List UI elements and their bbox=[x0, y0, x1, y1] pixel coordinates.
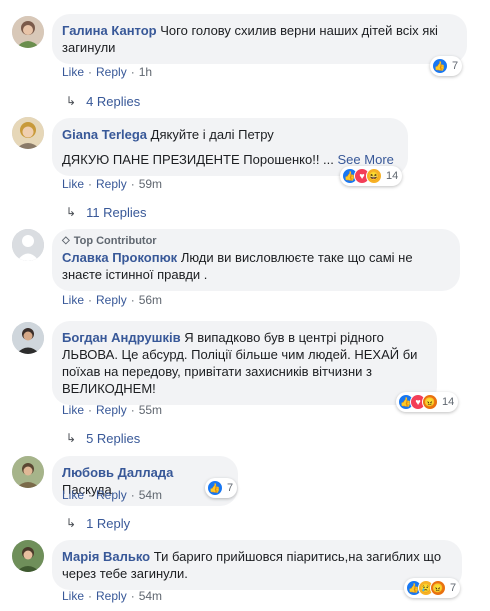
separator: · bbox=[88, 488, 93, 502]
timestamp[interactable]: 54m bbox=[139, 488, 162, 502]
like-link[interactable]: Like bbox=[62, 589, 84, 603]
reaction-count: 7 bbox=[452, 60, 459, 72]
comment-author[interactable]: Славка Прокопюк bbox=[62, 250, 177, 265]
badge-label: Top Contributor bbox=[73, 235, 157, 247]
timestamp[interactable]: 1h bbox=[139, 65, 152, 79]
comment-bubble: ◇ Top Contributor Славка Прокопюк Люди в… bbox=[52, 229, 460, 291]
top-contributor-badge: ◇ Top Contributor bbox=[62, 234, 448, 248]
avatar[interactable] bbox=[12, 229, 44, 261]
reply-arrow-icon: ↳ bbox=[66, 94, 77, 108]
reactions-summary[interactable]: 👍 7 bbox=[205, 478, 238, 498]
thumbs-up-icon: 👍 bbox=[207, 480, 223, 496]
timestamp[interactable]: 55m bbox=[139, 403, 162, 417]
comment-author[interactable]: Любовь Даллада bbox=[62, 465, 173, 480]
avatar[interactable] bbox=[12, 540, 44, 572]
reply-link[interactable]: Reply bbox=[96, 65, 127, 79]
reply-link[interactable]: Reply bbox=[96, 403, 127, 417]
thumbs-up-icon: 👍 bbox=[432, 58, 448, 74]
avatar[interactable] bbox=[12, 456, 44, 488]
comment-actions: Like · Reply · 56m bbox=[62, 292, 162, 308]
like-link[interactable]: Like bbox=[62, 293, 84, 307]
comment-author[interactable]: Giana Terlega bbox=[62, 127, 147, 142]
view-replies[interactable]: ↳ 11 Replies bbox=[66, 204, 147, 221]
comment-actions: Like · Reply · 54m bbox=[62, 487, 162, 503]
comment-actions: Like · Reply · 1h bbox=[62, 64, 152, 80]
reaction-count: 7 bbox=[450, 582, 457, 594]
comment-author[interactable]: Галина Кантор bbox=[62, 23, 157, 38]
see-more-link[interactable]: See More bbox=[338, 152, 394, 167]
reply-link[interactable]: Reply bbox=[96, 589, 127, 603]
timestamp[interactable]: 56m bbox=[139, 293, 162, 307]
view-replies[interactable]: ↳ 4 Replies bbox=[66, 93, 140, 110]
replies-count[interactable]: 4 Replies bbox=[86, 93, 140, 110]
like-link[interactable]: Like bbox=[62, 65, 84, 79]
reactions-summary[interactable]: 👍 7 bbox=[430, 56, 463, 76]
separator: · bbox=[88, 65, 93, 79]
like-link[interactable]: Like bbox=[62, 488, 84, 502]
angry-face-icon: 😠 bbox=[430, 580, 446, 596]
replies-count[interactable]: 5 Replies bbox=[86, 430, 140, 447]
comment-text: Дякуйте і далі Петру bbox=[150, 127, 274, 142]
laughing-face-icon: 😆 bbox=[366, 168, 382, 184]
separator: · bbox=[88, 403, 93, 417]
view-replies[interactable]: ↳ 5 Replies bbox=[66, 430, 140, 447]
view-replies[interactable]: ↳ 1 Reply bbox=[66, 515, 130, 532]
timestamp[interactable]: 54m bbox=[139, 589, 162, 603]
diamond-icon: ◇ bbox=[62, 235, 70, 246]
comment-actions: Like · Reply · 55m bbox=[62, 402, 162, 418]
avatar[interactable] bbox=[12, 117, 44, 149]
like-link[interactable]: Like bbox=[62, 177, 84, 191]
reply-link[interactable]: Reply bbox=[96, 488, 127, 502]
timestamp[interactable]: 59m bbox=[139, 177, 162, 191]
reply-arrow-icon: ↳ bbox=[66, 516, 77, 530]
comment-bubble: Марія Валько Ти бариго прийшовся піарити… bbox=[52, 540, 462, 590]
separator: · bbox=[88, 293, 93, 307]
comment-text-continued: ДЯКУЮ ПАНЕ ПРЕЗИДЕНТЕ Порошенко!! ... bbox=[62, 152, 334, 167]
separator: · bbox=[130, 293, 135, 307]
avatar[interactable] bbox=[12, 16, 44, 48]
reactions-summary[interactable]: 👍 ♥ 😠 14 bbox=[396, 392, 459, 412]
separator: · bbox=[130, 177, 135, 191]
separator: · bbox=[130, 488, 135, 502]
separator: · bbox=[88, 177, 93, 191]
avatar[interactable] bbox=[12, 322, 44, 354]
reply-link[interactable]: Reply bbox=[96, 177, 127, 191]
separator: · bbox=[130, 403, 135, 417]
replies-count[interactable]: 11 Replies bbox=[86, 204, 146, 221]
comment-actions: Like · Reply · 54m bbox=[62, 588, 162, 604]
reaction-count: 14 bbox=[442, 396, 455, 408]
comment-author[interactable]: Богдан Андрушків bbox=[62, 330, 181, 345]
replies-count[interactable]: 1 Reply bbox=[86, 515, 130, 532]
angry-face-icon: 😠 bbox=[422, 394, 438, 410]
like-link[interactable]: Like bbox=[62, 403, 84, 417]
separator: · bbox=[130, 589, 135, 603]
comment-author[interactable]: Марія Валько bbox=[62, 549, 150, 564]
comment-bubble: Галина Кантор Чого голову схилив верни н… bbox=[52, 14, 467, 64]
comment-actions: Like · Reply · 59m bbox=[62, 176, 162, 192]
reaction-count: 7 bbox=[227, 482, 234, 494]
separator: · bbox=[130, 65, 135, 79]
comment-bubble: Богдан Андрушків Я випадково був в центр… bbox=[52, 321, 437, 405]
reply-link[interactable]: Reply bbox=[96, 293, 127, 307]
reactions-summary[interactable]: 👍 ♥ 😆 14 bbox=[340, 166, 403, 186]
reply-arrow-icon: ↳ bbox=[66, 431, 77, 445]
reaction-count: 14 bbox=[386, 170, 399, 182]
reply-arrow-icon: ↳ bbox=[66, 205, 77, 219]
separator: · bbox=[88, 589, 93, 603]
reactions-summary[interactable]: 👍 😢 😠 7 bbox=[404, 578, 461, 598]
